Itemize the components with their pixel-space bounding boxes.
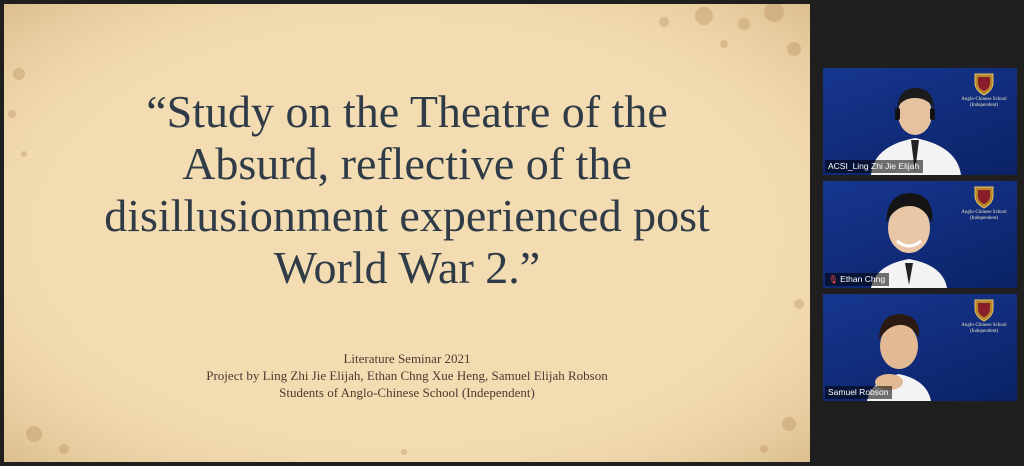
participant-name: Ethan Chng (840, 274, 886, 284)
participant-name-tag: ACSI_Ling Zhi Jie Elijah (825, 160, 924, 173)
slide-title-line: World War 2.” (273, 242, 541, 293)
participant-avatar (871, 193, 947, 288)
participant-name-tag: Samuel Robson (825, 386, 893, 399)
seminar-label: Literature Seminar 2021 (343, 351, 471, 366)
participant-name-tag: 🎙︎ Ethan Chng (825, 273, 890, 286)
participant-video-tile[interactable]: Anglo-Chinese School (Independent) ACSI_… (823, 68, 1017, 175)
school-affiliation: Students of Anglo-Chinese School (Indepe… (279, 385, 535, 400)
project-authors: Project by Ling Zhi Jie Elijah, Ethan Ch… (206, 368, 608, 383)
participant-avatar (867, 314, 931, 401)
participant-name: Samuel Robson (828, 387, 889, 397)
participant-video-tile[interactable]: Anglo-Chinese School (Independent) 🎙︎ Eth… (823, 181, 1017, 288)
participant-avatar (871, 88, 961, 175)
slide-title-line: Absurd, reflective of the (182, 138, 632, 189)
slide-title: “Study on the Theatre of the Absurd, ref… (14, 86, 800, 294)
shared-slide: “Study on the Theatre of the Absurd, ref… (4, 4, 810, 462)
slide-title-line: disillusionment experienced post (104, 190, 710, 241)
participant-name: ACSI_Ling Zhi Jie Elijah (828, 161, 920, 171)
participant-video-tile[interactable]: Anglo-Chinese School (Independent) Samue… (823, 294, 1017, 401)
slide-subtitle: Literature Seminar 2021 Project by Ling … (14, 350, 800, 401)
mic-muted-icon: 🎙︎ (828, 275, 839, 284)
slide-title-line: “Study on the Theatre of the (146, 86, 668, 137)
